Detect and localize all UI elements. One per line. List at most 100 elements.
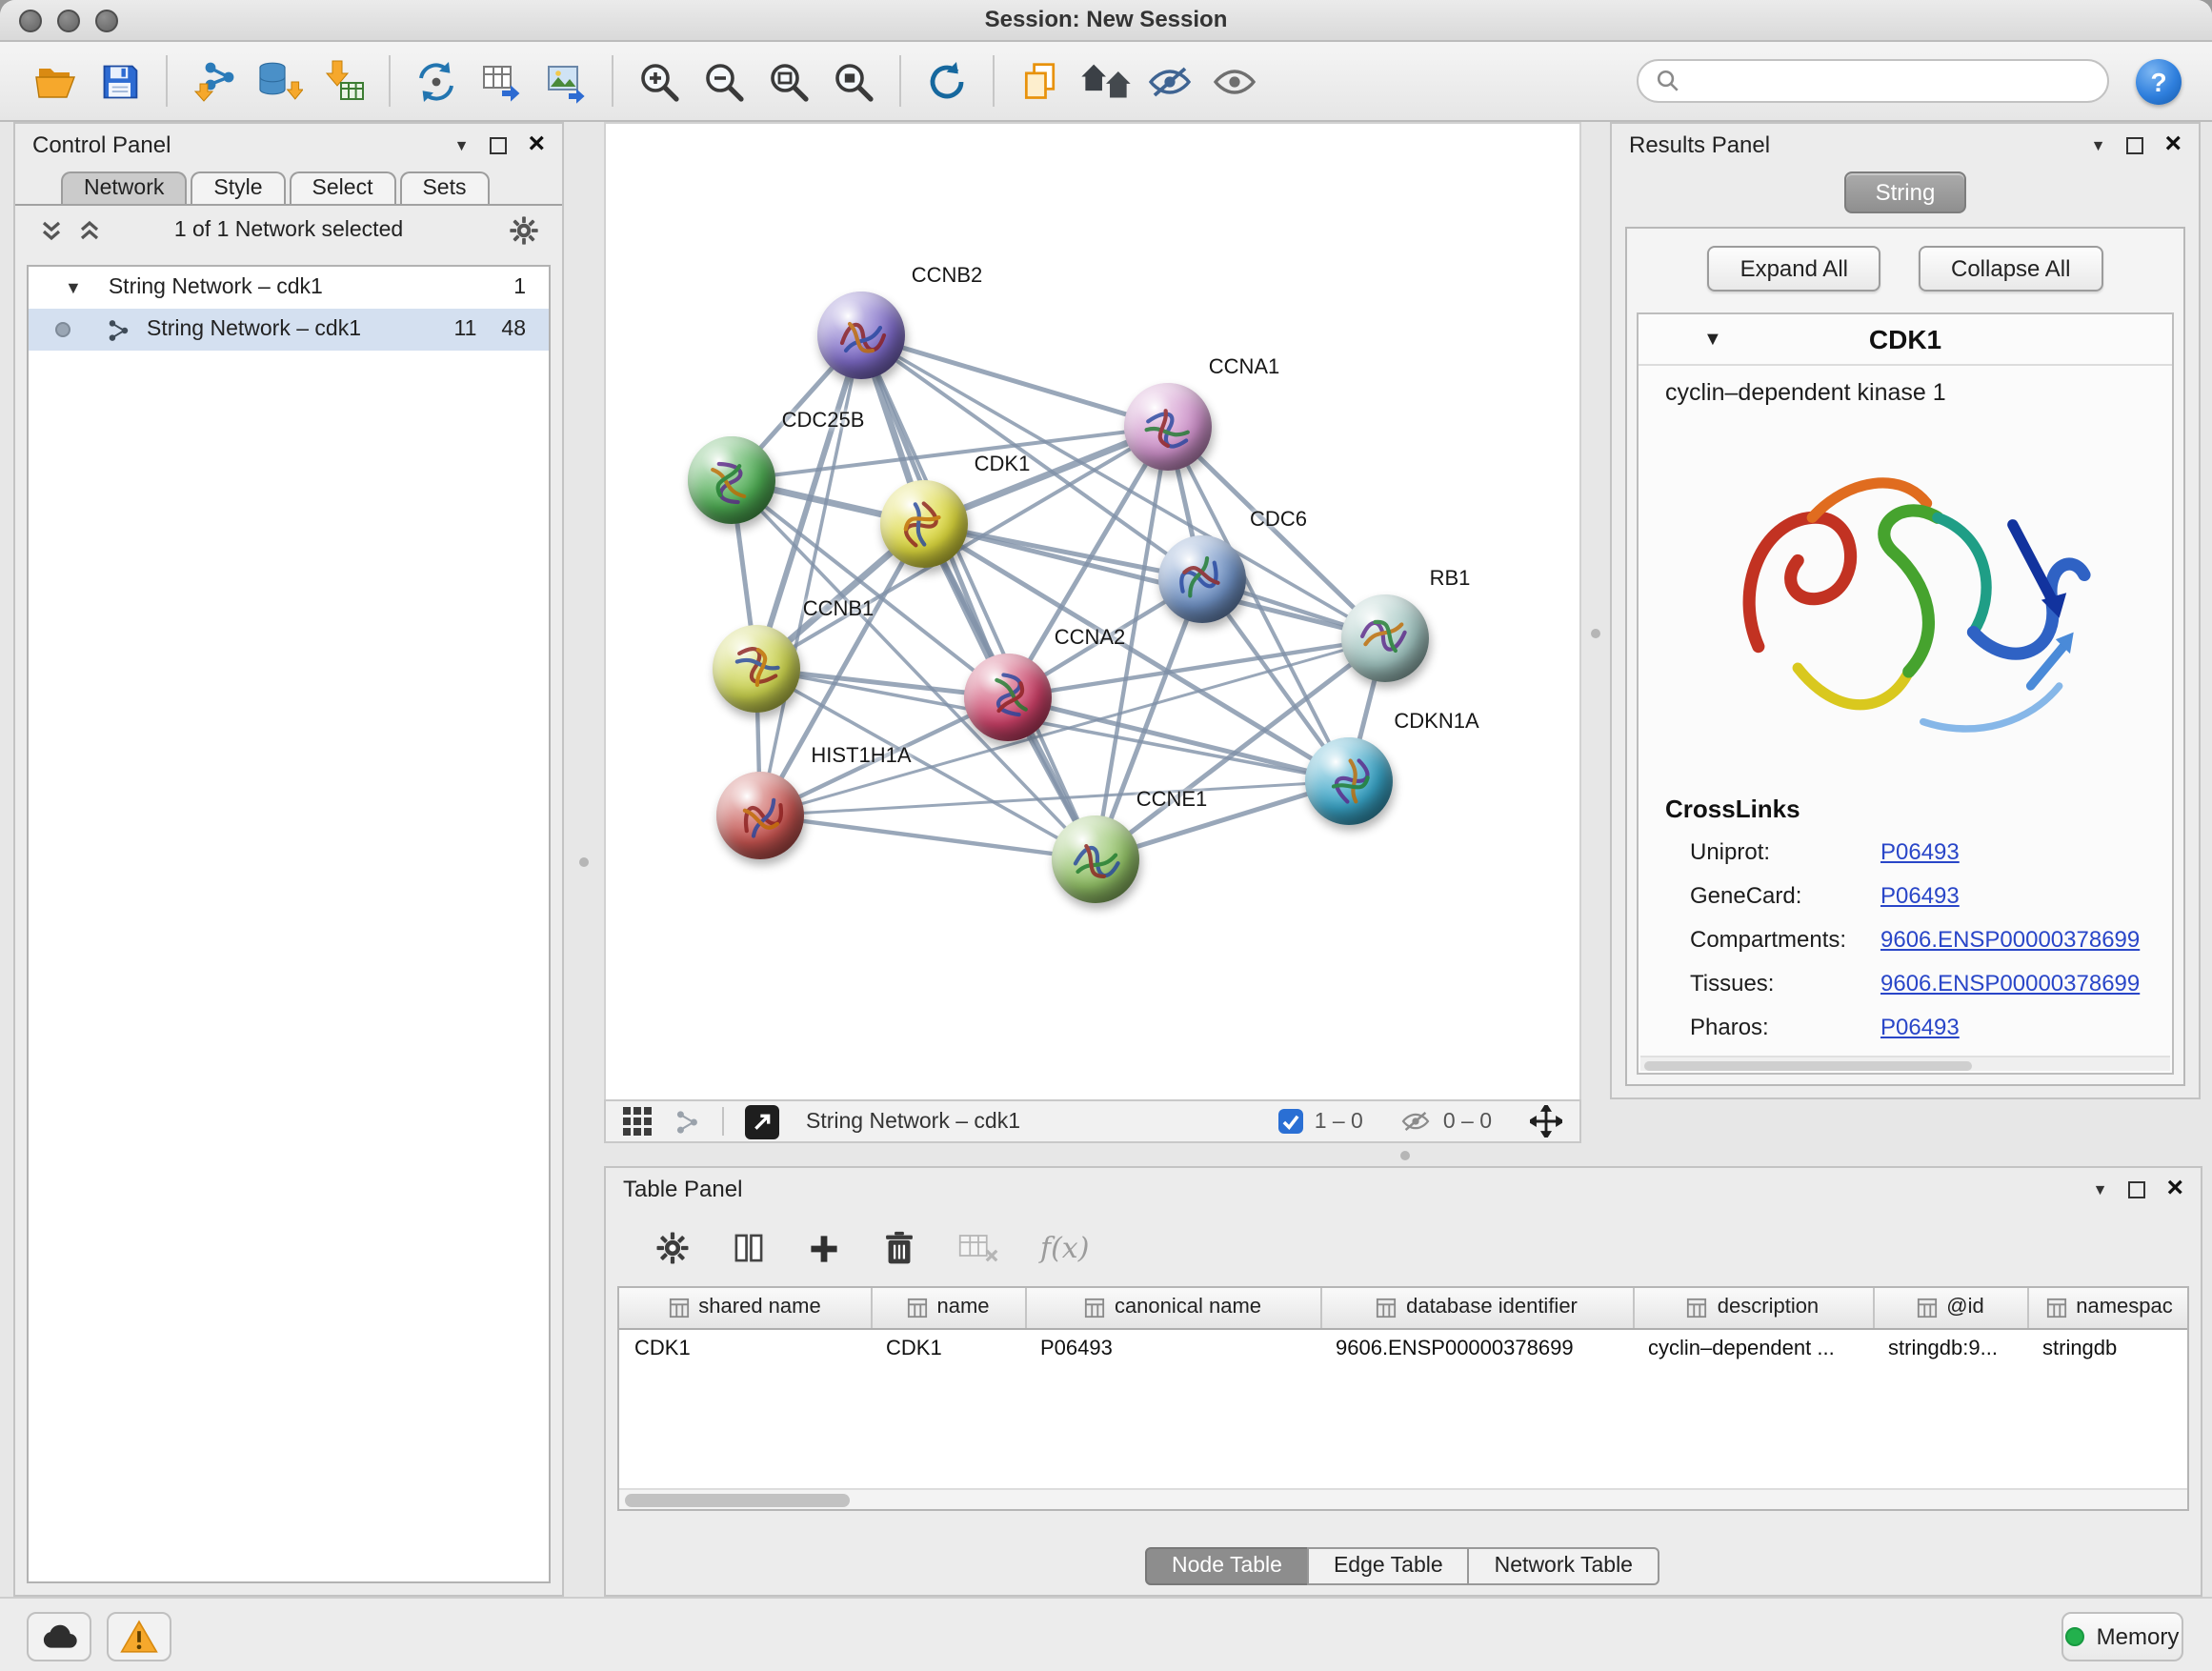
network-edge[interactable] bbox=[861, 335, 1096, 859]
results-hscrollbar[interactable] bbox=[1640, 1056, 2170, 1071]
add-column-icon[interactable] bbox=[808, 1232, 840, 1264]
column-header-shared-name[interactable]: shared name bbox=[619, 1288, 871, 1328]
tab-sets[interactable]: Sets bbox=[399, 171, 489, 204]
show-panels-icon[interactable] bbox=[1202, 50, 1267, 111]
network-node-ccna2[interactable] bbox=[964, 654, 1052, 741]
panel-menu-icon[interactable]: ▼ bbox=[454, 136, 470, 153]
network-node-cdkn1a[interactable] bbox=[1305, 737, 1393, 825]
tab-style[interactable]: Style bbox=[191, 171, 285, 204]
zoom-out-icon[interactable] bbox=[692, 50, 756, 111]
column-header-name[interactable]: name bbox=[871, 1288, 1025, 1328]
search-input[interactable] bbox=[1692, 70, 2090, 92]
open-external-icon[interactable] bbox=[745, 1104, 779, 1138]
clone-network-icon[interactable] bbox=[404, 50, 469, 111]
table-hscrollbar[interactable] bbox=[619, 1488, 2187, 1509]
crosslink-tissues-link[interactable]: 9606.ENSP00000378699 bbox=[1880, 970, 2172, 997]
column-header-id[interactable]: @id bbox=[1873, 1288, 2027, 1328]
cell-namespace[interactable]: stringdb bbox=[2027, 1328, 2189, 1368]
cloud-status-button[interactable] bbox=[27, 1612, 91, 1661]
column-header-database-identifier[interactable]: database identifier bbox=[1320, 1288, 1633, 1328]
show-columns-icon[interactable] bbox=[732, 1231, 766, 1265]
string-results-tab[interactable]: String bbox=[1845, 171, 1966, 213]
column-header-canonical-name[interactable]: canonical name bbox=[1025, 1288, 1320, 1328]
memory-button[interactable]: Memory bbox=[2061, 1612, 2183, 1661]
collapse-all-button[interactable]: Collapse All bbox=[1919, 246, 2102, 292]
table-row[interactable]: CDK1 CDK1 P06493 9606.ENSP00000378699 cy… bbox=[619, 1328, 2189, 1368]
cell-database-identifier[interactable]: 9606.ENSP00000378699 bbox=[1320, 1328, 1633, 1368]
horizontal-splitter-handle[interactable] bbox=[1400, 1151, 1410, 1160]
export-image-icon[interactable] bbox=[533, 50, 598, 111]
import-network-database-icon[interactable] bbox=[246, 50, 311, 111]
network-row-selected[interactable]: String Network – cdk1 11 48 bbox=[29, 309, 549, 351]
network-node-ccne1[interactable] bbox=[1052, 815, 1139, 903]
zoom-selected-icon[interactable] bbox=[821, 50, 886, 111]
crosslink-uniprot-link[interactable]: P06493 bbox=[1880, 838, 2172, 865]
column-header-namespace[interactable]: namespac bbox=[2027, 1288, 2189, 1328]
right-splitter-handle[interactable] bbox=[1591, 629, 1600, 638]
network-edge[interactable] bbox=[861, 335, 1168, 427]
tab-edge-table[interactable]: Edge Table bbox=[1307, 1547, 1470, 1585]
help-button[interactable]: ? bbox=[2136, 58, 2182, 104]
close-panel-icon[interactable]: × bbox=[528, 135, 545, 154]
left-splitter-handle[interactable] bbox=[579, 857, 589, 867]
network-edge[interactable] bbox=[760, 638, 1385, 815]
delete-column-trash-icon[interactable] bbox=[882, 1229, 916, 1267]
network-node-hist1h1a[interactable] bbox=[716, 772, 804, 859]
panel-menu-icon[interactable]: ▼ bbox=[2091, 136, 2106, 153]
float-panel-icon[interactable] bbox=[490, 136, 507, 153]
import-network-file-icon[interactable] bbox=[181, 50, 246, 111]
network-edge[interactable] bbox=[924, 524, 1385, 638]
copy-document-icon[interactable] bbox=[1008, 50, 1073, 111]
gene-header[interactable]: ▼ CDK1 bbox=[1639, 314, 2172, 366]
network-edge[interactable] bbox=[760, 335, 861, 815]
network-node-rb1[interactable] bbox=[1341, 594, 1429, 682]
tab-network[interactable]: Network bbox=[61, 171, 187, 204]
tab-node-table[interactable]: Node Table bbox=[1145, 1547, 1309, 1585]
cell-id[interactable]: stringdb:9... bbox=[1873, 1328, 2027, 1368]
zoom-fit-icon[interactable] bbox=[756, 50, 821, 111]
gene-collapse-icon[interactable]: ▼ bbox=[1703, 329, 1722, 350]
float-panel-icon[interactable] bbox=[2126, 136, 2143, 153]
network-canvas[interactable]: CCNB2CCNA1CDC25BCDK1CDC6RB1CCNB1CCNA2CDK… bbox=[604, 122, 1581, 1099]
network-node-cdc25b[interactable] bbox=[688, 436, 775, 524]
tab-network-table[interactable]: Network Table bbox=[1468, 1547, 1659, 1585]
search-box[interactable] bbox=[1637, 59, 2109, 103]
cell-shared-name[interactable]: CDK1 bbox=[619, 1328, 871, 1368]
panel-menu-icon[interactable]: ▼ bbox=[2093, 1180, 2108, 1198]
network-options-gear-icon[interactable] bbox=[509, 215, 539, 255]
network-edge[interactable] bbox=[760, 815, 1096, 859]
crosslink-genecard-link[interactable]: P06493 bbox=[1880, 882, 2172, 909]
collection-expand-icon[interactable]: ▼ bbox=[65, 278, 82, 297]
open-session-icon[interactable] bbox=[23, 50, 88, 111]
warnings-button[interactable] bbox=[107, 1612, 171, 1661]
hidden-items-eye-slash-icon[interactable] bbox=[1401, 1109, 1432, 1134]
tab-select[interactable]: Select bbox=[290, 171, 396, 204]
move-crosshair-icon[interactable] bbox=[1530, 1105, 1562, 1137]
refresh-icon[interactable] bbox=[915, 50, 979, 111]
collapse-all-icon[interactable] bbox=[40, 219, 63, 242]
network-node-ccna1[interactable] bbox=[1124, 383, 1212, 471]
network-node-cdk1[interactable] bbox=[880, 480, 968, 568]
column-header-description[interactable]: description bbox=[1633, 1288, 1873, 1328]
network-node-cdc6[interactable] bbox=[1158, 535, 1246, 623]
network-node-ccnb2[interactable] bbox=[817, 292, 905, 379]
close-panel-icon[interactable]: × bbox=[2164, 135, 2182, 154]
crosslink-compartments-link[interactable]: 9606.ENSP00000378699 bbox=[1880, 926, 2172, 953]
expand-all-icon[interactable] bbox=[78, 219, 101, 242]
close-panel-icon[interactable]: × bbox=[2166, 1179, 2183, 1198]
table-settings-gear-icon[interactable] bbox=[655, 1231, 690, 1265]
network-node-ccnb1[interactable] bbox=[713, 625, 800, 713]
network-collection-row[interactable]: ▼ String Network – cdk1 1 bbox=[29, 267, 549, 309]
cell-name[interactable]: CDK1 bbox=[871, 1328, 1025, 1368]
cell-description[interactable]: cyclin–dependent ... bbox=[1633, 1328, 1873, 1368]
home-icon[interactable] bbox=[1073, 50, 1137, 111]
selected-nodes-checkbox-icon[interactable] bbox=[1278, 1109, 1303, 1134]
save-session-icon[interactable] bbox=[88, 50, 152, 111]
grid-view-icon[interactable] bbox=[623, 1107, 652, 1136]
export-table-icon[interactable] bbox=[469, 50, 533, 111]
share-view-icon[interactable] bbox=[674, 1108, 701, 1135]
zoom-in-icon[interactable] bbox=[627, 50, 692, 111]
crosslink-pharos-link[interactable]: P06493 bbox=[1880, 1014, 2172, 1040]
import-table-icon[interactable] bbox=[311, 50, 375, 111]
float-panel-icon[interactable] bbox=[2128, 1180, 2145, 1198]
